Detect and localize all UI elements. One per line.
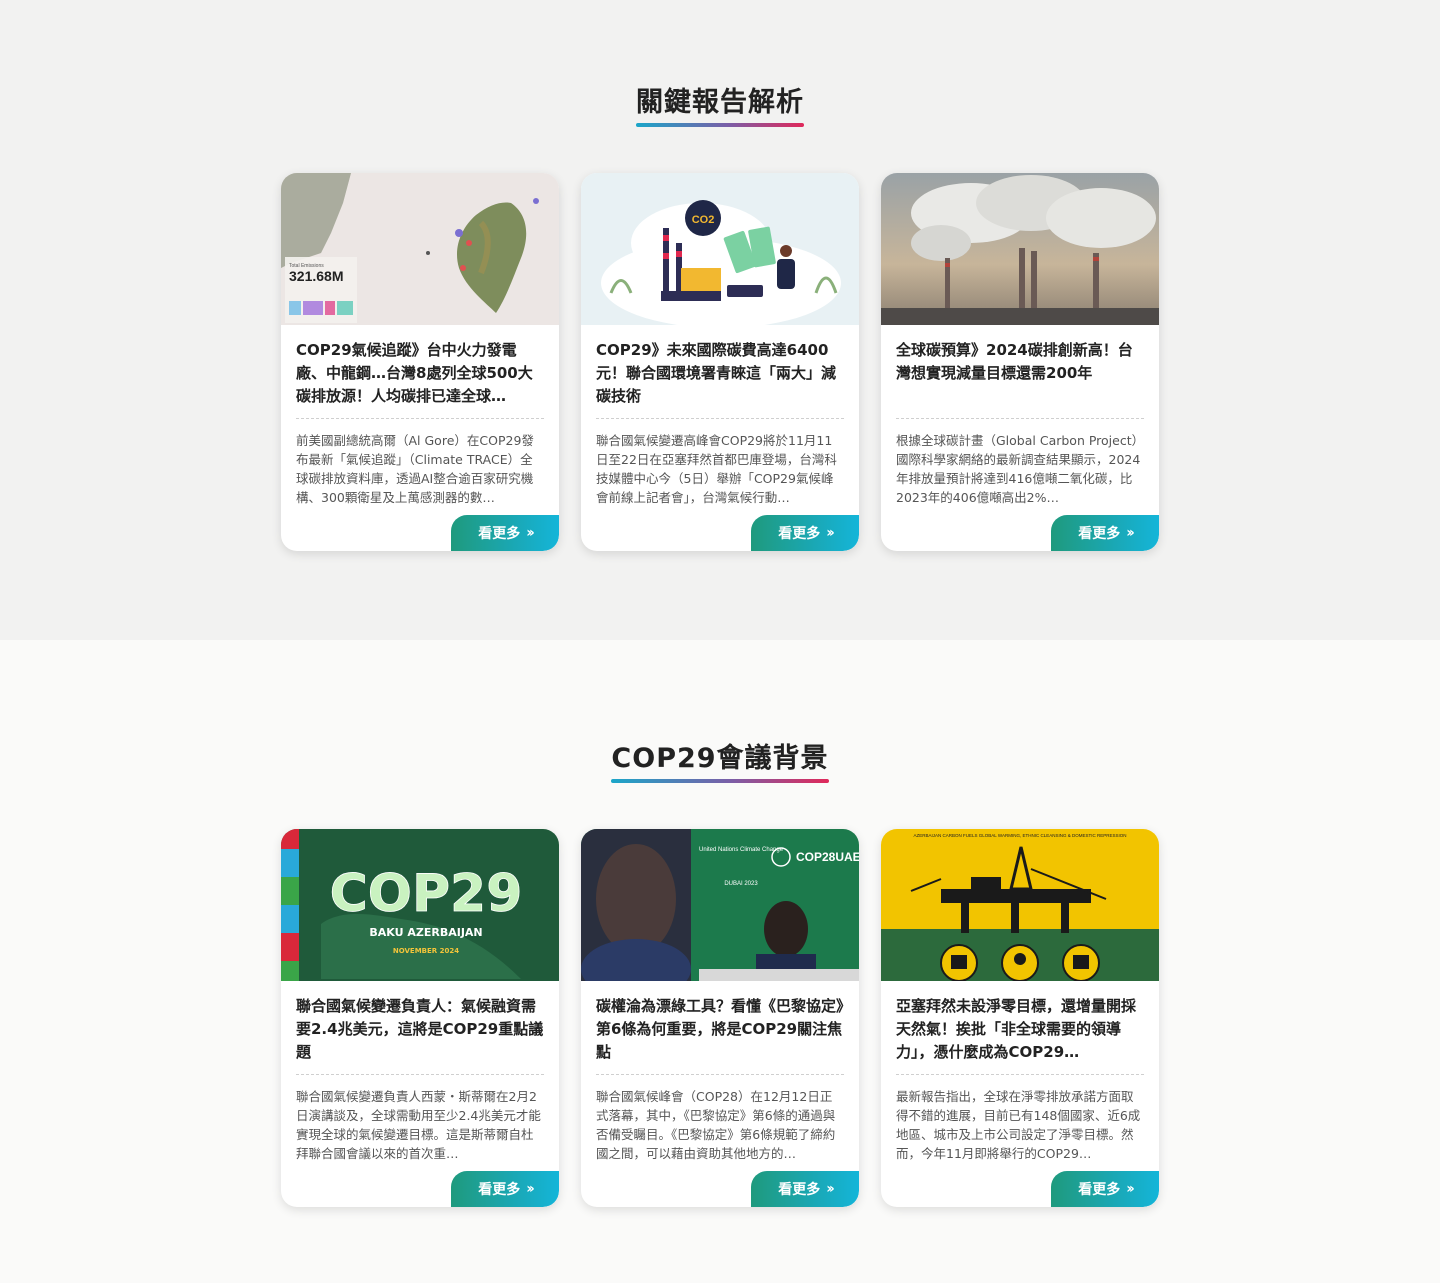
article-thumbnail-smokestacks[interactable] (881, 173, 1159, 325)
svg-text:BAKU AZERBAIJAN: BAKU AZERBAIJAN (369, 926, 482, 939)
divider (896, 418, 1144, 419)
article-title[interactable]: COP29》未來國際碳費高達6400元！聯合國環境署青睞這「兩大」減碳技術 (596, 339, 844, 408)
article-title[interactable]: 碳權淪為漂綠工具？看懂《巴黎協定》第6條為何重要，將是COP29關注焦點 (596, 995, 844, 1064)
read-more-label: 看更多 (478, 526, 521, 542)
section-key-reports: 關鍵報告解析 Total Emissions 321.68M COP29氣候追蹤… (0, 0, 1440, 640)
svg-text:United Nations Climate Change: United Nations Climate Change (699, 847, 784, 853)
article-thumbnail-cop29-logo[interactable]: COP29 BAKU AZERBAIJAN NOVEMBER 2024 (281, 829, 559, 981)
section-cop29-background: COP29會議背景 COP29 BAKU AZERBAIJAN NOVEMBER… (0, 640, 1440, 1283)
double-chevron-right-icon: ›› (526, 525, 534, 541)
article-excerpt: 聯合國氣候峰會（COP28）在12月12日正式落幕，其中，《巴黎協定》第6條的通… (596, 1089, 836, 1161)
read-more-button[interactable]: 看更多 ›› (751, 515, 859, 551)
article-title[interactable]: 聯合國氣候變遷負責人：氣候融資需要2.4兆美元，這將是COP29重點議題 (296, 995, 544, 1064)
read-more-button[interactable]: 看更多 ›› (1051, 1171, 1159, 1207)
svg-text:321.68M: 321.68M (289, 268, 343, 284)
article-card[interactable]: AZERBAIJAN CARBON FUELS GLOBAL WARMING, … (881, 829, 1159, 1207)
read-more-button[interactable]: 看更多 ›› (751, 1171, 859, 1207)
read-more-button[interactable]: 看更多 ›› (451, 1171, 559, 1207)
article-thumbnail-cop28-photo[interactable]: United Nations Climate Change COP28UAE D… (581, 829, 859, 981)
article-excerpt: 前美國副總統高爾（Al Gore）在COP29發布最新「氣候追蹤」（Climat… (296, 433, 534, 505)
double-chevron-right-icon: ›› (1126, 525, 1134, 541)
divider (296, 1074, 544, 1075)
read-more-label: 看更多 (778, 1182, 821, 1198)
read-more-label: 看更多 (1078, 1182, 1121, 1198)
read-more-label: 看更多 (478, 1182, 521, 1198)
card-grid: COP29 BAKU AZERBAIJAN NOVEMBER 2024 聯合國氣… (281, 829, 1159, 1207)
divider (896, 1074, 1144, 1075)
section-title-text: 關鍵報告解析 (636, 87, 804, 118)
section-title: 關鍵報告解析 (636, 80, 804, 127)
title-underline (636, 123, 804, 127)
svg-text:COP28UAE: COP28UAE (796, 850, 859, 864)
svg-text:COP29: COP29 (330, 864, 523, 924)
double-chevron-right-icon: ›› (526, 1181, 534, 1197)
article-excerpt: 聯合國氣候變遷高峰會COP29將於11月11日至22日在亞塞拜然首都巴庫登場，台… (596, 433, 837, 505)
title-underline (611, 779, 829, 783)
divider (296, 418, 544, 419)
double-chevron-right-icon: ›› (826, 525, 834, 541)
article-title[interactable]: COP29氣候追蹤》台中火力發電廠、中龍鋼…台灣8處列全球500大碳排放源！人均… (296, 339, 544, 408)
double-chevron-right-icon: ›› (826, 1181, 834, 1197)
svg-text:DUBAI 2023: DUBAI 2023 (724, 881, 758, 887)
article-card[interactable]: 全球碳預算》2024碳排創新高！台灣想實現減量目標還需200年 根據全球碳計畫（… (881, 173, 1159, 551)
divider (596, 1074, 844, 1075)
article-title[interactable]: 亞塞拜然未設淨零目標，還增量開採天然氣！挨批「非全球需要的領導力」，憑什麼成為C… (896, 995, 1144, 1064)
read-more-button[interactable]: 看更多 ›› (1051, 515, 1159, 551)
card-grid: Total Emissions 321.68M COP29氣候追蹤》台中火力發電… (281, 173, 1159, 551)
article-title[interactable]: 全球碳預算》2024碳排創新高！台灣想實現減量目標還需200年 (896, 339, 1144, 408)
article-thumbnail-map[interactable]: Total Emissions 321.68M (281, 173, 559, 325)
article-thumbnail-oil-rig-poster[interactable]: AZERBAIJAN CARBON FUELS GLOBAL WARMING, … (881, 829, 1159, 981)
divider (596, 418, 844, 419)
read-more-label: 看更多 (778, 526, 821, 542)
article-card[interactable]: CO2 COP29》未來國際碳費高達6400元！聯合國環境署青睞這「兩大」減碳技… (581, 173, 859, 551)
section-title: COP29會議背景 (611, 736, 829, 783)
read-more-label: 看更多 (1078, 526, 1121, 542)
article-excerpt: 根據全球碳計畫（Global Carbon Project）國際科學家網絡的最新… (896, 433, 1141, 505)
section-title-text: COP29會議背景 (611, 743, 829, 774)
svg-text:CO2: CO2 (692, 214, 715, 226)
article-excerpt: 聯合國氣候變遷負責人西蒙・斯蒂爾在2月2日演講談及，全球需動用至少2.4兆美元才… (296, 1089, 541, 1161)
article-thumbnail-illustration[interactable]: CO2 (581, 173, 859, 325)
read-more-button[interactable]: 看更多 ›› (451, 515, 559, 551)
article-excerpt: 最新報告指出，全球在淨零排放承諾方面取得不錯的進展，目前已有148個國家、近6成… (896, 1089, 1141, 1161)
svg-text:AZERBAIJAN CARBON FUELS GLOBAL: AZERBAIJAN CARBON FUELS GLOBAL WARMING, … (914, 833, 1127, 838)
article-card[interactable]: United Nations Climate Change COP28UAE D… (581, 829, 859, 1207)
article-card[interactable]: Total Emissions 321.68M COP29氣候追蹤》台中火力發電… (281, 173, 559, 551)
article-card[interactable]: COP29 BAKU AZERBAIJAN NOVEMBER 2024 聯合國氣… (281, 829, 559, 1207)
double-chevron-right-icon: ›› (1126, 1181, 1134, 1197)
svg-text:NOVEMBER 2024: NOVEMBER 2024 (393, 947, 459, 955)
